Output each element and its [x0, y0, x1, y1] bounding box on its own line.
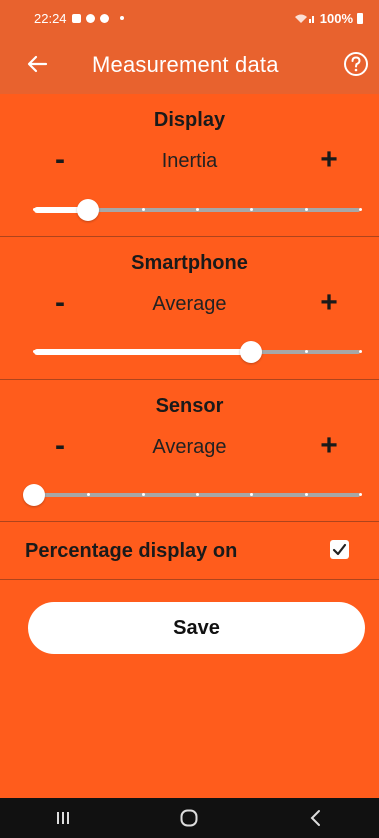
recent-apps-icon: [57, 812, 70, 824]
sensor-slider[interactable]: [23, 483, 362, 507]
slider-tick: [141, 350, 145, 353]
increase-button[interactable]: +: [314, 431, 344, 461]
help-circle-icon[interactable]: [343, 51, 369, 77]
arrow-left-icon[interactable]: [24, 50, 52, 78]
slider-tick: [196, 350, 199, 353]
gallery-notification-icon: [71, 13, 81, 23]
status-bar: 22:24 100%: [0, 0, 379, 36]
increase-button[interactable]: +: [314, 145, 344, 175]
section-title: Display: [153, 109, 226, 131]
status-time: 22:24: [34, 10, 67, 26]
percentage-display-checkbox[interactable]: [330, 540, 349, 559]
slider-tick: [141, 493, 145, 496]
smartphone-slider[interactable]: [33, 340, 362, 364]
more-notifications-icon: [119, 16, 124, 20]
recent-apps-button[interactable]: [43, 803, 83, 833]
app-notification-icon: [85, 13, 95, 23]
slider-thumb[interactable]: [77, 199, 100, 221]
slider-tick: [196, 493, 199, 496]
divider: [0, 579, 379, 580]
page-title: Measurement data: [92, 52, 279, 77]
back-nav-button[interactable]: [296, 803, 336, 833]
back-chevron-icon: [310, 810, 320, 826]
display-section: Display - Inertia +: [0, 94, 379, 236]
app-bar: Measurement data: [0, 36, 379, 94]
slider-thumb[interactable]: [23, 484, 45, 506]
section-title: Smartphone: [131, 252, 248, 274]
slider-tick: [33, 350, 36, 353]
slider-tick: [141, 208, 145, 211]
slider-tick: [359, 350, 362, 353]
percentage-display-label: Percentage display on: [25, 540, 238, 562]
system-navigation-bar: [0, 798, 379, 838]
slider-tick: [304, 208, 308, 211]
home-button[interactable]: [169, 803, 209, 833]
slider-tick: [33, 208, 36, 211]
slider-tick: [304, 350, 308, 353]
slider-tick: [359, 208, 362, 211]
slider-thumb[interactable]: [240, 341, 263, 363]
display-slider[interactable]: [33, 198, 362, 222]
section-title: Sensor: [155, 395, 224, 417]
divider: [0, 521, 379, 522]
app-notification-icon-2: [99, 13, 109, 23]
sensor-section: Sensor - Average +: [0, 380, 379, 521]
smartphone-section: Smartphone - Average +: [0, 237, 379, 379]
slider-tick: [196, 208, 199, 211]
save-button[interactable]: Save: [28, 602, 365, 654]
home-icon: [180, 809, 198, 827]
battery-icon: [357, 12, 363, 24]
increase-button[interactable]: +: [314, 288, 344, 318]
status-right: 100%: [294, 11, 363, 26]
slider-tick: [359, 493, 362, 496]
checkmark-icon: [332, 543, 347, 556]
slider-tick: [304, 493, 308, 496]
wifi-signal-icon: [294, 14, 314, 23]
status-left: 22:24: [34, 11, 124, 26]
battery-percent: 100%: [319, 10, 353, 26]
